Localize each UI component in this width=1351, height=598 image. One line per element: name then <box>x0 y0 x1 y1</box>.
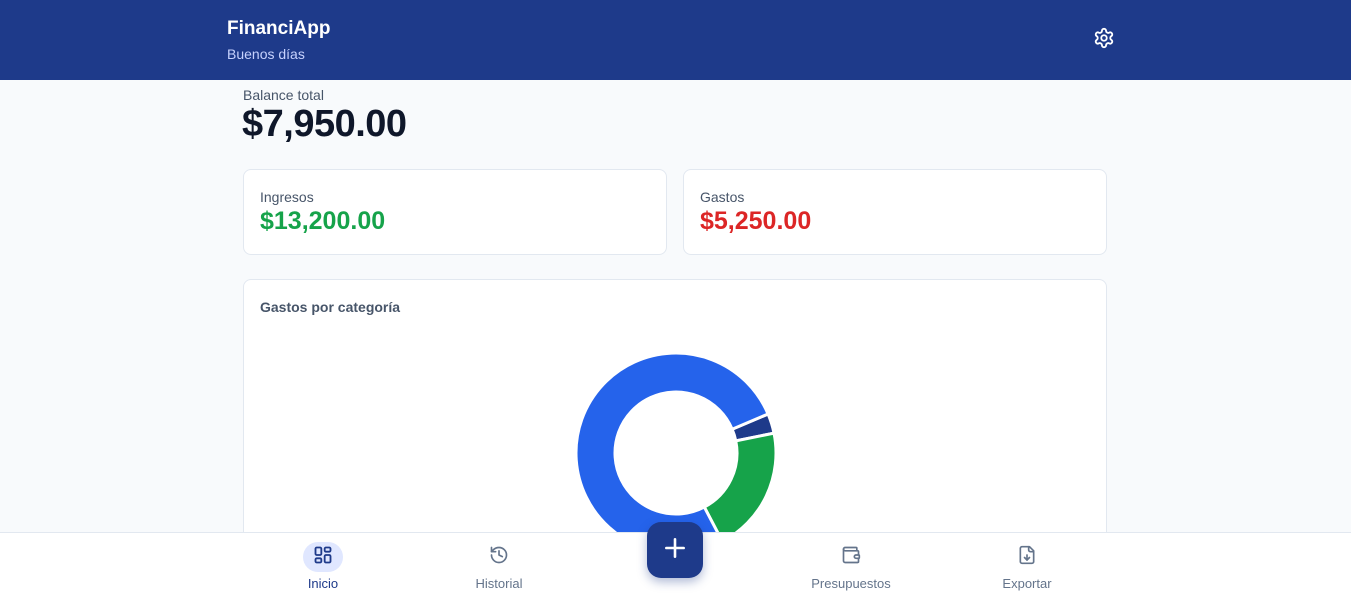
gear-icon <box>1093 27 1115 54</box>
settings-button[interactable] <box>1091 27 1117 53</box>
greeting-text: Buenos días <box>227 46 305 62</box>
wallet-icon <box>841 545 861 570</box>
app-title: FinanciApp <box>227 18 331 39</box>
nav-label-presupuestos: Presupuestos <box>811 576 891 591</box>
nav-label-exportar: Exportar <box>1002 576 1052 591</box>
nav-item-historial[interactable]: Historial <box>439 533 559 598</box>
dashboard-icon <box>313 545 333 570</box>
expense-value: $5,250.00 <box>700 207 812 235</box>
balance-value: $7,950.00 <box>242 103 407 145</box>
expense-label: Gastos <box>700 189 745 205</box>
balance-label: Balance total <box>243 87 324 103</box>
expense-card: Gastos $5,250.00 <box>683 169 1107 255</box>
nav-item-exportar[interactable]: Exportar <box>967 533 1087 598</box>
plus-icon <box>662 535 688 566</box>
nav-label-inicio: Inicio <box>307 576 339 591</box>
add-transaction-button[interactable] <box>647 522 703 578</box>
history-icon <box>489 545 509 570</box>
file-download-icon <box>1017 545 1037 570</box>
income-card: Ingresos $13,200.00 <box>243 169 667 255</box>
nav-item-inicio[interactable]: Inicio <box>263 533 383 598</box>
app-header: FinanciApp Buenos días <box>0 0 1351 80</box>
income-value: $13,200.00 <box>260 207 386 235</box>
nav-item-presupuestos[interactable]: Presupuestos <box>791 533 911 598</box>
nav-label-historial: Historial <box>475 576 523 591</box>
chart-title: Gastos por categoría <box>260 299 401 315</box>
income-label: Ingresos <box>260 189 314 205</box>
